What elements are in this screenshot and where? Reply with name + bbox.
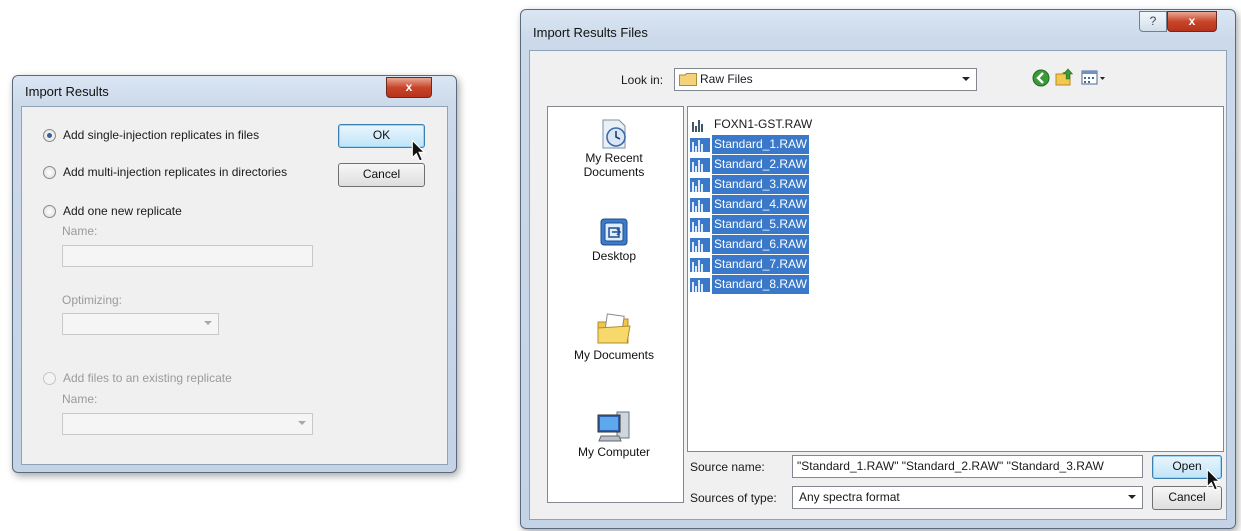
raw-file-icon [690, 257, 710, 272]
dialog-body: Add single-injection replicates in files… [21, 106, 448, 465]
source-type-label: Sources of type: [690, 491, 777, 505]
place-label: My Computer [577, 445, 651, 459]
desktop-icon [600, 218, 628, 246]
existing-replicate-dropdown[interactable] [62, 413, 313, 435]
place-my-computer[interactable]: My Computer [548, 409, 680, 459]
back-icon[interactable] [1032, 69, 1050, 87]
help-button[interactable]: ? [1139, 11, 1167, 32]
file-name: Standard_4.RAW [712, 195, 809, 214]
source-type-dropdown[interactable]: Any spectra format [792, 486, 1143, 509]
title-bar[interactable]: Import Results x [13, 76, 456, 106]
file-name: Standard_3.RAW [712, 175, 809, 194]
file-item-selected[interactable]: Standard_3.RAW [690, 175, 809, 194]
close-icon: x [405, 80, 413, 94]
file-item-selected[interactable]: Standard_8.RAW [690, 275, 809, 294]
file-item-selected[interactable]: Standard_6.RAW [690, 235, 809, 254]
existing-name-label: Name: [62, 392, 98, 406]
raw-file-icon [690, 237, 710, 252]
radio-button[interactable] [43, 165, 56, 179]
file-item-selected[interactable]: Standard_2.RAW [690, 155, 809, 174]
title-bar[interactable]: Import Results Files ? x [521, 10, 1235, 40]
look-in-label: Look in: [621, 73, 664, 87]
file-name: Standard_5.RAW [712, 215, 809, 234]
chevron-down-icon [962, 77, 970, 81]
close-button[interactable]: x [1167, 11, 1217, 32]
place-label: My Recent Documents [583, 151, 645, 179]
raw-file-icon [690, 137, 710, 152]
file-item[interactable]: FOXN1-GST.RAW [690, 115, 814, 134]
view-menu-icon[interactable] [1081, 70, 1107, 86]
close-button[interactable]: x [386, 77, 432, 98]
optimizing-dropdown[interactable] [62, 313, 219, 335]
file-item-selected[interactable]: Standard_1.RAW [690, 135, 809, 154]
option-label: Add one new replicate [63, 204, 182, 218]
place-my-documents[interactable]: My Documents [548, 312, 680, 362]
file-item-selected[interactable]: Standard_5.RAW [690, 215, 809, 234]
cancel-button[interactable]: Cancel [338, 163, 425, 187]
open-label: Open [1172, 459, 1202, 473]
radio-button[interactable] [43, 204, 56, 218]
import-results-files-dialog: Import Results Files ? x Look in: Raw Fi… [520, 9, 1236, 529]
ok-label: OK [372, 128, 391, 142]
option-one-new-replicate[interactable]: Add one new replicate [43, 204, 182, 218]
dialog-body: Look in: Raw Files My Recent Documents D… [529, 50, 1227, 520]
file-name: Standard_6.RAW [712, 235, 809, 254]
chevron-down-icon [1128, 495, 1136, 499]
option-label: Add single-injection replicates in files [63, 128, 260, 142]
name-label: Name: [62, 224, 98, 238]
optimizing-label: Optimizing: [62, 293, 123, 307]
option-single-injection[interactable]: Add single-injection replicates in files [43, 128, 259, 142]
mouse-pointer-icon [1206, 468, 1221, 491]
option-label: Add files to an existing replicate [63, 371, 232, 385]
file-name: Standard_2.RAW [712, 155, 809, 174]
places-sidebar: My Recent Documents Desktop My Documents [547, 106, 684, 503]
dialog-title: Import Results [25, 84, 109, 99]
folder-icon [679, 73, 697, 86]
file-name: Standard_1.RAW [712, 135, 809, 154]
place-label: Desktop [591, 249, 637, 263]
mouse-pointer-icon [411, 139, 426, 162]
radio-button-selected[interactable] [43, 128, 56, 142]
up-folder-icon[interactable] [1055, 68, 1075, 87]
cancel-label: Cancel [362, 167, 401, 181]
look-in-dropdown[interactable]: Raw Files [674, 68, 977, 91]
file-item-selected[interactable]: Standard_4.RAW [690, 195, 809, 214]
place-desktop[interactable]: Desktop [548, 215, 680, 263]
raw-file-icon [690, 177, 710, 192]
replicate-name-input[interactable] [62, 245, 313, 267]
raw-file-icon [690, 118, 710, 132]
file-list[interactable]: FOXN1-GST.RAW Standard_1.RAW Standard_2.… [687, 106, 1224, 452]
source-name-input[interactable]: "Standard_1.RAW" "Standard_2.RAW" "Stand… [792, 455, 1143, 478]
my-documents-icon [597, 313, 631, 344]
file-name: FOXN1-GST.RAW [714, 117, 813, 131]
help-icon: ? [1149, 14, 1157, 28]
file-item-selected[interactable]: Standard_7.RAW [690, 255, 809, 274]
source-name-value: "Standard_1.RAW" "Standard_2.RAW" "Stand… [797, 459, 1104, 473]
source-name-label: Source name: [690, 460, 765, 474]
recent-documents-icon [602, 119, 626, 149]
source-type-value: Any spectra format [799, 490, 900, 504]
close-icon: x [1188, 14, 1196, 28]
raw-file-icon [690, 197, 710, 212]
option-multi-injection[interactable]: Add multi-injection replicates in direct… [43, 165, 287, 179]
my-computer-icon [597, 411, 630, 442]
place-recent-documents[interactable]: My Recent Documents [548, 117, 680, 179]
file-name: Standard_7.RAW [712, 255, 809, 274]
dialog-title: Import Results Files [533, 25, 648, 40]
raw-file-icon [690, 217, 710, 232]
file-name: Standard_8.RAW [712, 275, 809, 294]
chevron-down-icon [204, 321, 212, 325]
cancel-label: Cancel [1168, 490, 1206, 504]
look-in-value: Raw Files [700, 72, 753, 86]
import-results-dialog: Import Results x Add single-injection re… [12, 75, 457, 473]
raw-file-icon [690, 157, 710, 172]
chevron-down-icon [298, 421, 306, 425]
option-label: Add multi-injection replicates in direct… [63, 165, 288, 179]
raw-file-icon [690, 277, 710, 292]
option-existing-replicate[interactable]: Add files to an existing replicate [43, 371, 232, 385]
radio-button-disabled[interactable] [43, 371, 56, 385]
place-label: My Documents [573, 348, 655, 362]
